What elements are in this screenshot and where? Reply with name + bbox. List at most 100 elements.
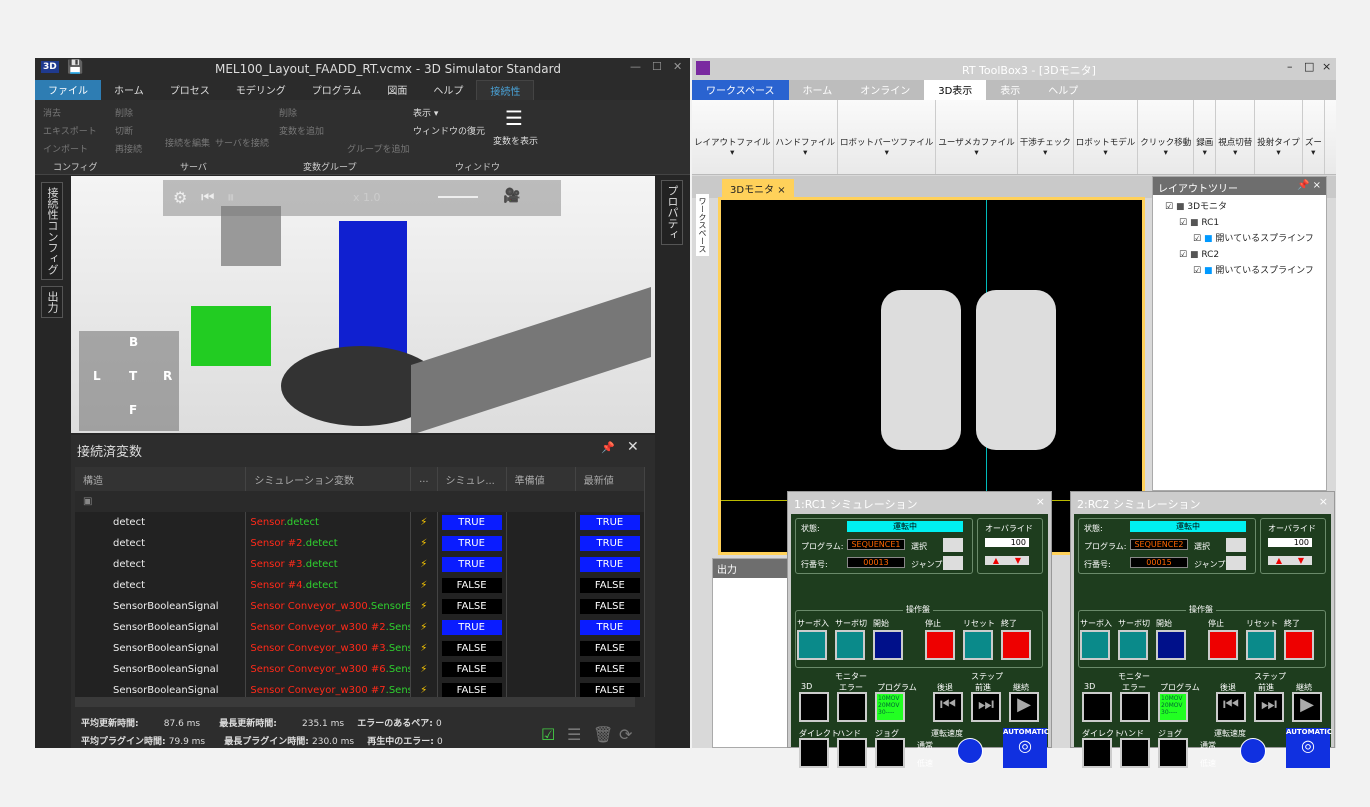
edit-connection-button[interactable]: 接続を編集: [165, 136, 210, 149]
jog-button[interactable]: [799, 738, 829, 768]
tree-item[interactable]: ☑ ■ 開いているスプラインフ: [1157, 263, 1322, 279]
jump-button[interactable]: [943, 556, 963, 570]
ribbon-button[interactable]: ズー ▾: [1303, 100, 1325, 174]
jog-button[interactable]: [837, 738, 867, 768]
table-row[interactable]: detect Sensor #3.detect ⚡ TRUE TRUE: [75, 554, 645, 575]
pin-icon[interactable]: 📌: [601, 441, 615, 454]
side-tab-properties[interactable]: プロパティ: [661, 180, 683, 245]
override-up-button[interactable]: ▲: [1268, 556, 1290, 565]
monitor-button[interactable]: [1120, 692, 1150, 722]
speed-slider[interactable]: [438, 196, 478, 198]
operation-button[interactable]: [1246, 630, 1276, 660]
override-input[interactable]: 100: [1268, 538, 1312, 547]
close-button[interactable]: ×: [1319, 495, 1328, 508]
ribbon-button[interactable]: 視点切替 ▾: [1216, 100, 1256, 174]
minimize-button[interactable]: —: [630, 60, 641, 73]
tab-3d-monitor[interactable]: 3Dモニタ ×: [722, 179, 794, 198]
close-panel-icon[interactable]: 📌 ×: [1297, 180, 1321, 191]
list-icon[interactable]: ☰: [567, 725, 581, 744]
minimize-button[interactable]: –: [1287, 60, 1293, 73]
filter-row[interactable]: ▣: [75, 491, 645, 512]
rewind-icon[interactable]: ⏮: [201, 188, 215, 206]
override-down-button[interactable]: ▼: [1290, 556, 1312, 565]
tab-workspace[interactable]: ワークスペース: [692, 80, 789, 100]
show-dropdown[interactable]: 表示 ▾: [413, 106, 438, 119]
step-button[interactable]: ▶: [1009, 692, 1039, 722]
checkbox[interactable]: ☑: [1193, 234, 1201, 244]
connect-server-button[interactable]: サーバを接続: [215, 136, 269, 149]
close-tab-icon[interactable]: ×: [777, 185, 785, 196]
column-header[interactable]: 最新値: [575, 467, 645, 491]
automatic-button[interactable]: AUTOMATIC ◎: [1286, 728, 1332, 768]
checklist-icon[interactable]: ☑: [541, 725, 555, 744]
delete-group-button[interactable]: 削除: [279, 106, 297, 119]
ribbon-button[interactable]: レイアウトファイル ▾: [692, 100, 774, 174]
jog-button[interactable]: [1120, 738, 1150, 768]
tab-file[interactable]: ファイル: [35, 80, 101, 100]
tab-help[interactable]: ヘルプ: [420, 80, 476, 100]
tab-connectivity[interactable]: 接続性: [476, 80, 535, 100]
select-program-button[interactable]: [943, 538, 963, 552]
side-tab-workspace[interactable]: ワークスペース: [696, 194, 709, 256]
operation-button[interactable]: [1284, 630, 1314, 660]
jog-button[interactable]: [1158, 738, 1188, 768]
monitor-button[interactable]: 10MOV 20MOV 30----: [875, 692, 905, 722]
table-row[interactable]: detect Sensor #4.detect ⚡ FALSE FALSE: [75, 575, 645, 596]
jog-button[interactable]: [875, 738, 905, 768]
tab-3d-view[interactable]: 3D表示: [924, 80, 987, 100]
ribbon-button[interactable]: クリック移動 ▾: [1138, 100, 1195, 174]
operation-button[interactable]: [797, 630, 827, 660]
tab-process[interactable]: プロセス: [157, 80, 223, 100]
checkbox[interactable]: ☑: [1179, 218, 1187, 228]
operation-button[interactable]: [835, 630, 865, 660]
override-input[interactable]: 100: [985, 538, 1029, 547]
speed-dial[interactable]: [957, 738, 983, 764]
view-right[interactable]: R: [163, 369, 172, 383]
ribbon-button[interactable]: ユーザメカファイル ▾: [936, 100, 1018, 174]
jog-button[interactable]: [1082, 738, 1112, 768]
tab-help[interactable]: ヘルプ: [1034, 80, 1092, 100]
automatic-button[interactable]: AUTOMATIC ◎: [1003, 728, 1049, 768]
operation-button[interactable]: [1001, 630, 1031, 660]
ribbon-button[interactable]: 投射タイプ ▾: [1255, 100, 1303, 174]
export-button[interactable]: エキスポート: [43, 124, 97, 137]
column-header[interactable]: 構造: [75, 467, 247, 491]
restore-window-button[interactable]: ウィンドウの復元: [413, 124, 485, 137]
add-variable-button[interactable]: 変数を追加: [279, 124, 324, 137]
close-button[interactable]: ×: [1036, 495, 1045, 508]
side-tab-output[interactable]: 出力: [41, 286, 63, 318]
save-icon[interactable]: 💾: [67, 60, 83, 75]
select-program-button[interactable]: [1226, 538, 1246, 552]
delete-button[interactable]: 削除: [115, 106, 133, 119]
operation-button[interactable]: [963, 630, 993, 660]
view-cube[interactable]: B L T R F: [79, 331, 179, 431]
gear-icon[interactable]: ⚙: [173, 188, 187, 207]
view-back[interactable]: B: [129, 335, 138, 349]
override-down-button[interactable]: ▼: [1007, 556, 1029, 565]
table-row[interactable]: SensorBooleanSignal Sensor Conveyor_w300…: [75, 596, 645, 617]
view-left[interactable]: L: [93, 369, 101, 383]
table-row[interactable]: detect Sensor.detect ⚡ TRUE TRUE: [75, 512, 645, 533]
operation-button[interactable]: [873, 630, 903, 660]
pause-icon[interactable]: ⏸: [227, 188, 235, 206]
view-front[interactable]: F: [129, 403, 137, 417]
ribbon-button[interactable]: ロボットパーツファイル ▾: [838, 100, 937, 174]
clear-button[interactable]: 消去: [43, 106, 61, 119]
maximize-button[interactable]: □: [1304, 60, 1314, 73]
table-row[interactable]: SensorBooleanSignal Sensor Conveyor_w300…: [75, 659, 645, 680]
tab-home[interactable]: ホーム: [101, 80, 157, 100]
jump-button[interactable]: [1226, 556, 1246, 570]
column-header[interactable]: 準備値: [506, 467, 576, 491]
operation-button[interactable]: [1118, 630, 1148, 660]
speed-dial[interactable]: [1240, 738, 1266, 764]
show-variables-button[interactable]: 変数を表示: [493, 134, 538, 147]
side-tab-connectivity-config[interactable]: 接続性コンフィグ: [41, 182, 63, 280]
tree-item[interactable]: ☑ ■ RC1: [1157, 215, 1322, 231]
operation-button[interactable]: [1080, 630, 1110, 660]
maximize-button[interactable]: ☐: [652, 60, 662, 73]
close-panel-button[interactable]: ✕: [627, 439, 639, 455]
ribbon-button[interactable]: ロボットモデル ▾: [1074, 100, 1139, 174]
ribbon-button[interactable]: ハンドファイル ▾: [774, 100, 839, 174]
checkbox[interactable]: ☑: [1193, 266, 1201, 276]
refresh-icon[interactable]: ⟳: [619, 725, 632, 744]
